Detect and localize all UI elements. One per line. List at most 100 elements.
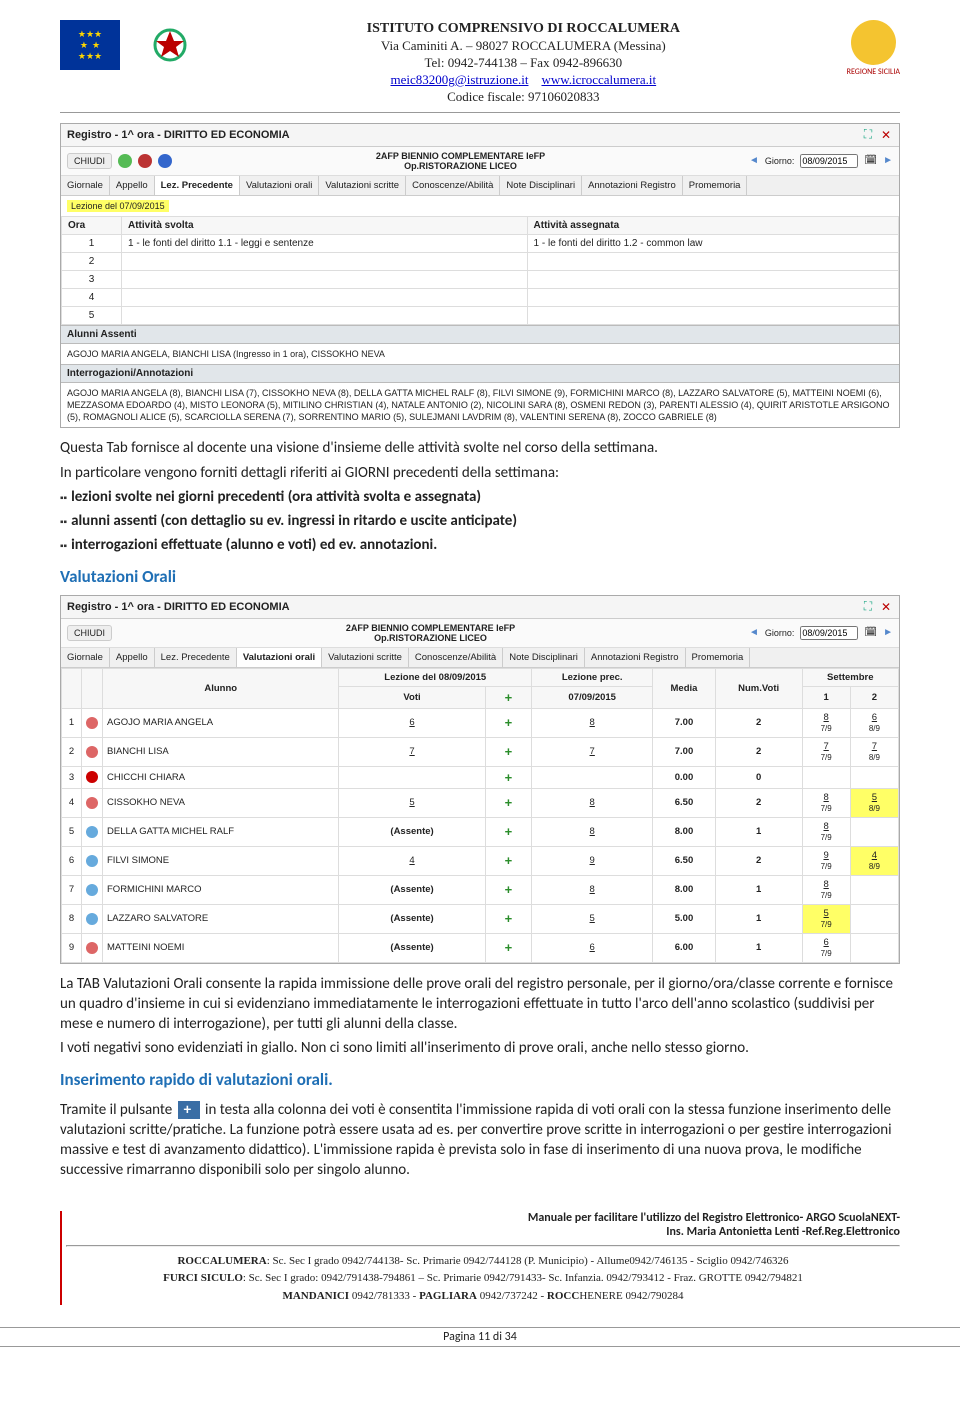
add-grade-icon[interactable]: +	[505, 911, 513, 926]
body-paragraph: Questa Tab fornisce al docente una visio…	[60, 438, 900, 458]
table-row: 4CISSOKHO NEVA5+86.50287/958/9	[62, 788, 899, 817]
footer-line: : Sc. Sec I grado: 0942/791438-794861 – …	[243, 1272, 803, 1284]
manual-author: Ins. Maria Antonietta Lenti -Ref.Reg.Ele…	[666, 1225, 900, 1239]
add-grade-icon[interactable]: +	[505, 824, 513, 839]
close-button[interactable]: CHIUDI	[67, 153, 112, 169]
col-media: Media	[653, 668, 715, 708]
tab-annotazioni-registro[interactable]: Annotazioni Registro	[585, 648, 686, 667]
table-row: 2	[62, 252, 899, 270]
arrow-right-icon[interactable]: ►	[883, 155, 893, 166]
tab-note-disciplinari[interactable]: Note Disciplinari	[503, 648, 585, 667]
table-row: 5DELLA GATTA MICHEL RALF(Assente)+88.001…	[62, 817, 899, 846]
add-grade-icon[interactable]: +	[505, 853, 513, 868]
tab-valutazioni-scritte[interactable]: Valutazioni scritte	[322, 648, 409, 667]
window-title: Registro - 1^ ora - DIRITTO ED ECONOMIA	[67, 601, 861, 613]
col-svolta: Attività svolta	[122, 216, 528, 234]
col-numvoti: Num.Voti	[715, 668, 802, 708]
interrog-section-body: AGOJO MARIA ANGELA (8), BIANCHI LISA (7)…	[61, 383, 899, 427]
body-paragraph: La TAB Valutazioni Orali consente la rap…	[60, 974, 900, 1035]
region-label: REGIONE SICILIA	[847, 67, 900, 77]
tabs: GiornaleAppelloLez. PrecedenteValutazion…	[61, 176, 899, 196]
arrow-left-icon[interactable]: ◄	[749, 627, 759, 638]
page-number: Pagina 11 di 34	[0, 1327, 960, 1347]
tabs: GiornaleAppelloLez. PrecedenteValutazion…	[61, 648, 899, 668]
col-prev: Lezione prec.	[532, 668, 653, 686]
add-grade-icon[interactable]: +	[505, 770, 513, 785]
school-phone: Tel: 0942-744138 – Fax 0942-896630	[424, 55, 622, 70]
body-paragraph: Tramite il pulsante in testa alla colonn…	[60, 1100, 900, 1181]
manual-title: Manuale per facilitare l'utilizzo del Re…	[528, 1211, 900, 1225]
add-grade-icon[interactable]: +	[505, 940, 513, 955]
calendar-icon[interactable]: 🗓	[864, 627, 877, 638]
giorno-label: Giorno:	[765, 156, 795, 166]
arrow-left-icon[interactable]: ◄	[749, 155, 759, 166]
tab-promemoria[interactable]: Promemoria	[686, 648, 751, 667]
close-icon[interactable]: ✕	[879, 128, 893, 142]
add-grade-icon[interactable]: +	[505, 882, 513, 897]
col-m1: 1	[802, 686, 850, 708]
tab-promemoria[interactable]: Promemoria	[683, 176, 748, 195]
add-grade-icon[interactable]: +	[505, 795, 513, 810]
table-row: 11 - le fonti del diritto 1.1 - leggi e …	[62, 234, 899, 252]
sicily-logo: REGIONE SICILIA	[847, 20, 900, 77]
add-grade-button[interactable]: +	[485, 686, 531, 708]
tab-conoscenze-abilit-[interactable]: Conoscenze/Abilità	[409, 648, 503, 667]
italy-emblem-icon	[140, 20, 200, 70]
expand-icon[interactable]: ⛶	[861, 600, 875, 614]
date-input[interactable]	[800, 154, 858, 168]
close-button[interactable]: CHIUDI	[67, 625, 112, 641]
table-row: 4	[62, 288, 899, 306]
col-alunno: Alunno	[103, 668, 339, 708]
lesson-table: Ora Attività svolta Attività assegnata 1…	[61, 216, 899, 325]
table-row: 2BIANCHI LISA7+77.00277/978/9	[62, 737, 899, 766]
date-input[interactable]	[800, 626, 858, 640]
status-dot-icon	[118, 154, 132, 168]
arrow-right-icon[interactable]: ►	[883, 627, 893, 638]
calendar-icon[interactable]: 🗓	[864, 155, 877, 166]
tab-appello[interactable]: Appello	[110, 648, 155, 667]
col-prev-date: 07/09/2015	[532, 686, 653, 708]
table-row: 5	[62, 306, 899, 324]
tab-appello[interactable]: Appello	[110, 176, 155, 195]
table-row: 8LAZZARO SALVATORE(Assente)+55.00157/9	[62, 904, 899, 933]
section-heading: Inserimento rapido di valutazioni orali.	[60, 1069, 900, 1090]
add-grade-icon[interactable]: +	[505, 744, 513, 759]
tab-valutazioni-orali[interactable]: Valutazioni orali	[237, 648, 322, 667]
giorno-label: Giorno:	[765, 628, 795, 638]
tab-conoscenze-abilit-[interactable]: Conoscenze/Abilità	[406, 176, 500, 195]
body-paragraph: I voti negativi sono evidenziati in gial…	[60, 1038, 900, 1058]
table-row: 9MATTEINI NOEMI(Assente)+66.00167/9	[62, 933, 899, 962]
grades-table: Alunno Lezione del 08/09/2015 Lezione pr…	[61, 668, 899, 963]
footer-line: : Sc. Sec I grado 0942/744138- Sc. Prima…	[267, 1255, 789, 1267]
col-m2: 2	[850, 686, 898, 708]
add-grade-icon[interactable]: +	[505, 715, 513, 730]
paragraph-block: La TAB Valutazioni Orali consente la rap…	[60, 974, 900, 1059]
table-row: 6FILVI SIMONE4+96.50297/948/9	[62, 846, 899, 875]
tab-annotazioni-registro[interactable]: Annotazioni Registro	[582, 176, 683, 195]
expand-icon[interactable]: ⛶	[861, 128, 875, 142]
school-email[interactable]: meic83200g@istruzione.it	[390, 72, 528, 87]
tab-note-disciplinari[interactable]: Note Disciplinari	[500, 176, 582, 195]
section-heading: Valutazioni Orali	[60, 566, 900, 587]
tab-giornale[interactable]: Giornale	[61, 176, 110, 195]
tab-valutazioni-orali[interactable]: Valutazioni orali	[240, 176, 319, 195]
close-icon[interactable]: ✕	[879, 600, 893, 614]
tab-lez-precedente[interactable]: Lez. Precedente	[155, 648, 237, 667]
table-row: 7FORMICHINI MARCO(Assente)+88.00187/9	[62, 875, 899, 904]
table-row: 1AGOJO MARIA ANGELA6+87.00287/968/9	[62, 708, 899, 737]
screenshot-grades: Registro - 1^ ora - DIRITTO ED ECONOMIA …	[60, 595, 900, 964]
status-dot-icon	[138, 154, 152, 168]
bullet-item: alunni assenti (con dettaglio su ev. ing…	[71, 512, 517, 530]
col-assegnata: Attività assegnata	[527, 216, 898, 234]
letterhead: ★★★★ ★★★★ ISTITUTO COMPRENSIVO DI ROCCAL…	[60, 20, 900, 106]
absent-section-title: Alunni Assenti	[61, 325, 899, 344]
tab-valutazioni-scritte[interactable]: Valutazioni scritte	[319, 176, 406, 195]
col-month: Settembre	[802, 668, 898, 686]
tab-lez-precedente[interactable]: Lez. Precedente	[155, 176, 240, 195]
window-title: Registro - 1^ ora - DIRITTO ED ECONOMIA	[67, 129, 861, 141]
school-web[interactable]: www.icroccalumera.it	[541, 72, 656, 87]
tab-giornale[interactable]: Giornale	[61, 648, 110, 667]
bullet-item: lezioni svolte nei giorni precedenti (or…	[71, 488, 481, 506]
bullet-item: interrogazioni effettuate (alunno e voti…	[71, 536, 437, 554]
school-address: Via Caminiti A. – 98027 ROCCALUMERA (Mes…	[381, 38, 666, 53]
